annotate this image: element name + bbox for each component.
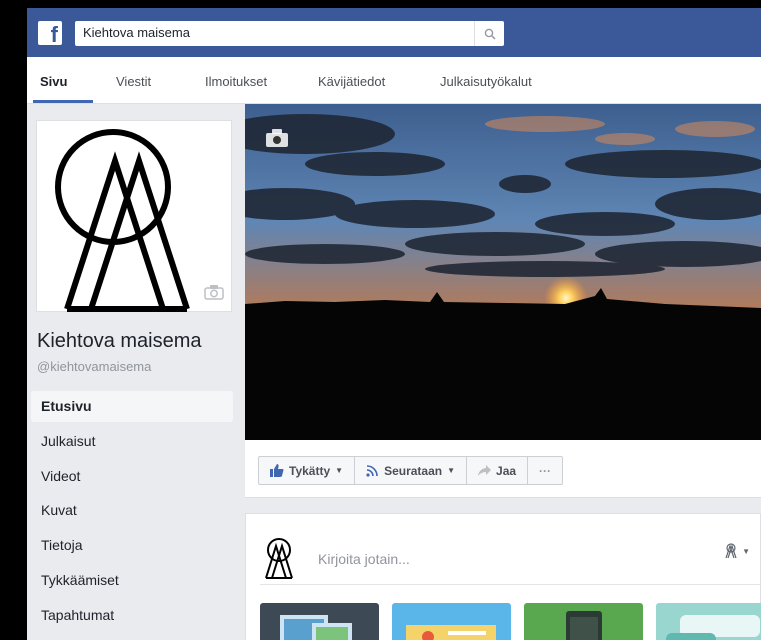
offer-icon <box>406 625 496 640</box>
composer-input[interactable]: Kirjoita jotain... <box>318 551 410 567</box>
tab-julkaisutyokalut[interactable]: Julkaisutyökalut <box>440 74 532 89</box>
active-tab-indicator <box>33 100 93 103</box>
search-input[interactable]: Kiehtova maisema <box>75 21 504 46</box>
share-label: Jaa <box>496 463 517 478</box>
top-bar: f Kiehtova maisema <box>27 8 761 57</box>
profile-picture[interactable] <box>36 120 232 312</box>
camera-icon[interactable] <box>265 128 289 148</box>
caret-down-icon: ▼ <box>742 546 750 556</box>
sunset-cover-image <box>245 104 761 440</box>
page-tabs: Sivu Viestit Ilmoitukset Kävijätiedot Ju… <box>27 57 761 104</box>
post-type-message-tile[interactable] <box>656 603 761 640</box>
sidebar-item-kuvat[interactable]: Kuvat <box>31 495 233 526</box>
following-button[interactable]: Seurataan ▼ <box>355 457 468 484</box>
following-label: Seurataan <box>384 463 443 478</box>
post-type-offer-tile[interactable] <box>392 603 511 640</box>
liked-label: Tykätty <box>289 463 331 478</box>
cover-photo[interactable] <box>245 104 761 440</box>
page-title[interactable]: Kiehtova maisema <box>37 330 202 353</box>
sidebar-item-etusivu[interactable]: Etusivu <box>31 391 233 422</box>
sidebar-item-tapahtumat[interactable]: Tapahtumat <box>31 600 233 631</box>
post-type-event-tile[interactable] <box>524 603 643 640</box>
sidebar-item-tykkaamiset[interactable]: Tykkäämiset <box>31 565 233 596</box>
page-username[interactable]: @kiehtovamaisema <box>37 359 151 374</box>
tab-ilmoitukset[interactable]: Ilmoitukset <box>205 74 267 89</box>
chat-bubble-icon <box>666 615 760 640</box>
photo-icon <box>280 615 352 640</box>
share-button[interactable]: Jaa <box>467 457 529 484</box>
facebook-logo-icon[interactable]: f <box>38 21 62 45</box>
post-as-selector[interactable]: ▼ <box>724 543 750 559</box>
share-arrow-icon <box>478 465 492 476</box>
sidebar-item-tietoja[interactable]: Tietoja <box>31 530 233 561</box>
page-avatar-small-icon <box>725 543 737 559</box>
more-options-button[interactable]: ··· <box>528 457 562 484</box>
composer-divider <box>260 584 760 585</box>
thumbs-up-icon <box>270 464 284 477</box>
sidebar-item-videot[interactable]: Videot <box>31 461 233 492</box>
tab-viestit[interactable]: Viestit <box>116 74 151 89</box>
page-avatar-icon <box>265 538 293 579</box>
tab-kavijatiedot[interactable]: Kävijätiedot <box>318 74 385 89</box>
post-type-photo-tile[interactable] <box>260 603 379 640</box>
post-composer: Kirjoita jotain... ▼ <box>245 513 761 640</box>
liked-button[interactable]: Tykätty ▼ <box>259 457 356 484</box>
page-action-bar: Tykätty ▼ Seurataan ▼ Jaa ··· <box>245 440 761 498</box>
caret-down-icon: ▼ <box>335 466 344 475</box>
action-button-group: Tykätty ▼ Seurataan ▼ Jaa ··· <box>258 456 564 485</box>
sidebar-item-julkaisut[interactable]: Julkaisut <box>31 426 233 457</box>
phone-icon <box>566 611 602 640</box>
camera-icon[interactable] <box>204 284 224 300</box>
rss-follow-icon <box>366 465 378 477</box>
app-window: f Kiehtova maisema Sivu Viestit Ilmoituk… <box>27 8 761 640</box>
tab-sivu[interactable]: Sivu <box>40 74 67 89</box>
search-button[interactable] <box>474 21 504 46</box>
search-icon <box>484 28 495 39</box>
search-value: Kiehtova maisema <box>83 25 190 40</box>
caret-down-icon: ▼ <box>447 466 456 475</box>
